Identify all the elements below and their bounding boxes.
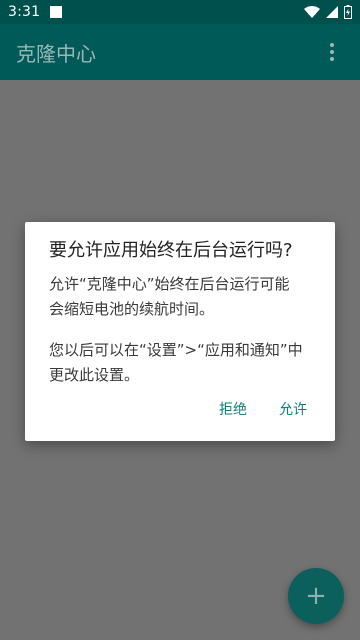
wifi-icon — [304, 6, 320, 18]
overflow-menu-icon[interactable] — [320, 40, 344, 64]
background-permission-dialog: 要允许应用始终在后台运行吗? 允许“克隆中心”始终在后台运行可能 会缩短电池的续… — [25, 222, 335, 441]
dialog-message-line: 您以后可以在“设置”>“应用和通知”中 — [49, 341, 303, 359]
add-fab-button[interactable]: + — [288, 568, 344, 624]
allow-button[interactable]: 允许 — [267, 393, 319, 425]
dialog-message-line: 会缩短电池的续航时间。 — [49, 300, 215, 318]
deny-button[interactable]: 拒绝 — [207, 393, 259, 425]
status-icons — [304, 5, 352, 19]
plus-icon: + — [305, 581, 327, 611]
status-time: 3:31 — [8, 4, 41, 20]
signal-icon — [326, 6, 338, 18]
battery-icon — [344, 5, 352, 19]
app-bar: 克隆中心 — [0, 24, 360, 80]
notification-icon — [50, 6, 63, 18]
app-title: 克隆中心 — [16, 41, 96, 66]
status-bar: 3:31 — [0, 0, 360, 24]
dialog-message: 允许“克隆中心”始终在后台运行可能 会缩短电池的续航时间。 您以后可以在“设置”… — [49, 272, 311, 388]
overflow-dot — [330, 43, 334, 47]
dialog-actions: 拒绝 允许 — [207, 393, 319, 425]
dialog-title: 要允许应用始终在后台运行吗? — [49, 240, 293, 261]
overflow-dot — [330, 50, 334, 54]
dialog-message-line: 更改此设置。 — [49, 366, 140, 384]
overflow-dot — [330, 57, 334, 61]
dialog-message-line: 允许“克隆中心”始终在后台运行可能 — [49, 275, 290, 293]
